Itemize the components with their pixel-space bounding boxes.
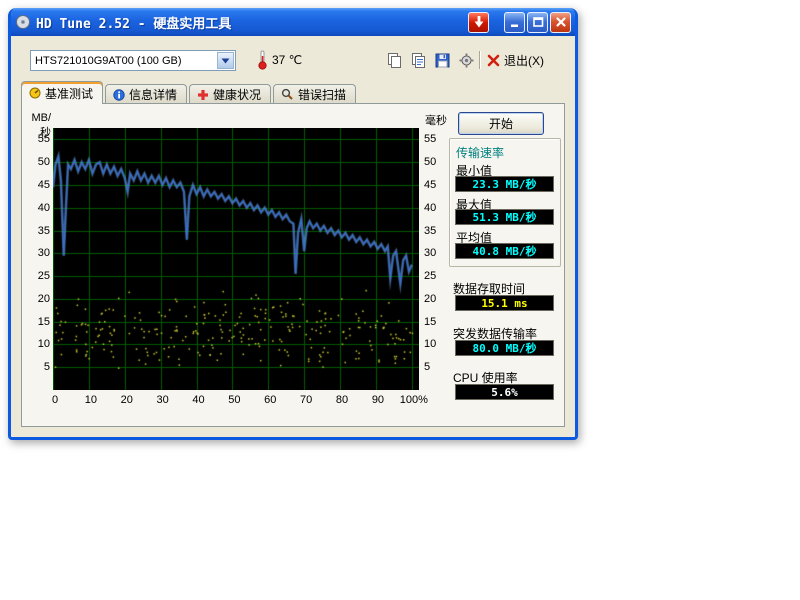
copy-screenshot-button[interactable] [383, 49, 405, 71]
y-tick-right: 20 [424, 293, 450, 305]
maximize-button[interactable] [527, 12, 548, 33]
transfer-rate-title: 传输速率 [456, 144, 504, 161]
y-tick-right: 30 [424, 247, 450, 259]
exit-x-icon [487, 54, 500, 67]
x-tick: 10 [74, 394, 108, 406]
y-tick-left: 20 [24, 293, 50, 305]
y-tick-left: 50 [24, 156, 50, 168]
minimize-button[interactable] [504, 12, 525, 33]
x-tick: 0 [38, 394, 72, 406]
tab-info-label: 信息详情 [129, 86, 177, 103]
window-title: HD Tune 2.52 - 硬盘实用工具 [36, 13, 231, 32]
tab-error-scan-label: 错误扫描 [298, 86, 346, 103]
info-icon [113, 89, 125, 101]
benchmark-chart [53, 128, 419, 390]
tab-health-label: 健康状况 [213, 86, 261, 103]
cpu-usage-value: 5.6% [455, 384, 554, 400]
thermometer-icon [257, 50, 268, 70]
dropdown-arrow-icon[interactable] [217, 52, 234, 69]
drive-select-value: HTS721010G9AT00 (100 GB) [31, 55, 217, 67]
copy-text-icon [410, 52, 427, 69]
x-tick: 90 [361, 394, 395, 406]
y-tick-right: 15 [424, 316, 450, 328]
health-cross-icon [197, 89, 209, 101]
copy-icon [386, 52, 403, 69]
toolbar-separator [479, 51, 480, 69]
benchmark-panel: 开始 MB/秒 毫秒 传输速率 最小值 23.3 MB/秒 最大值 51.3 M… [21, 103, 565, 427]
download-arrow-icon [473, 15, 485, 29]
start-button[interactable]: 开始 [458, 112, 544, 135]
tab-benchmark-label: 基准测试 [45, 85, 93, 102]
tab-error-scan[interactable]: 错误扫描 [273, 84, 356, 104]
y-tick-left: 5 [24, 361, 50, 373]
y-tick-left: 35 [24, 225, 50, 237]
y-tick-left: 15 [24, 316, 50, 328]
temperature-value: 37 ℃ [272, 53, 302, 67]
app-icon [15, 14, 31, 30]
window-body: HTS721010G9AT00 (100 GB) 37 ℃ [11, 36, 575, 437]
y-tick-left: 30 [24, 247, 50, 259]
y-tick-right: 5 [424, 361, 450, 373]
access-time-value: 15.1 ms [455, 295, 554, 311]
drive-select[interactable]: HTS721010G9AT00 (100 GB) [30, 50, 236, 71]
x-tick: 30 [146, 394, 180, 406]
temperature-indicator: 37 ℃ [257, 48, 302, 72]
minimize-icon [509, 16, 521, 28]
y-tick-left: 45 [24, 179, 50, 191]
x-tick: 70 [289, 394, 323, 406]
y-tick-left: 55 [24, 133, 50, 145]
x-tick: 80 [325, 394, 359, 406]
tab-benchmark[interactable]: 基准测试 [21, 81, 103, 104]
title-bar[interactable]: HD Tune 2.52 - 硬盘实用工具 [11, 8, 575, 36]
save-icon [434, 52, 451, 69]
y-tick-right: 40 [424, 202, 450, 214]
benchmark-gauge-icon [29, 87, 41, 99]
y-tick-left: 40 [24, 202, 50, 214]
y-tick-left: 25 [24, 270, 50, 282]
y-tick-right: 55 [424, 133, 450, 145]
tab-health[interactable]: 健康状况 [189, 84, 271, 104]
magnifier-icon [281, 88, 294, 101]
hdtune-window: HD Tune 2.52 - 硬盘实用工具 [8, 8, 578, 440]
x-tick: 20 [110, 394, 144, 406]
exit-label: 退出(X) [504, 52, 544, 69]
burst-rate-value: 80.0 MB/秒 [455, 340, 554, 356]
y-axis-label-right: 毫秒 [425, 112, 465, 128]
tab-strip: 基准测试 信息详情 健康状况 [21, 81, 358, 104]
x-tick: 100% [397, 394, 431, 406]
y-tick-right: 10 [424, 338, 450, 350]
y-tick-right: 45 [424, 179, 450, 191]
avg-value: 40.8 MB/秒 [455, 243, 554, 259]
options-gear-icon [458, 52, 475, 69]
options-button[interactable] [455, 49, 477, 71]
y-tick-right: 25 [424, 270, 450, 282]
copy-text-button[interactable] [407, 49, 429, 71]
maximize-icon [532, 16, 544, 28]
save-screenshot-button[interactable] [431, 49, 453, 71]
tab-info[interactable]: 信息详情 [105, 84, 187, 104]
y-tick-right: 35 [424, 225, 450, 237]
min-value: 23.3 MB/秒 [455, 176, 554, 192]
x-tick: 50 [217, 394, 251, 406]
close-icon [555, 16, 567, 28]
download-button[interactable] [468, 12, 489, 33]
y-tick-right: 50 [424, 156, 450, 168]
exit-button[interactable]: 退出(X) [487, 49, 544, 71]
x-tick: 60 [253, 394, 287, 406]
y-tick-left: 10 [24, 338, 50, 350]
close-button[interactable] [550, 12, 571, 33]
max-value: 51.3 MB/秒 [455, 209, 554, 225]
x-tick: 40 [182, 394, 216, 406]
